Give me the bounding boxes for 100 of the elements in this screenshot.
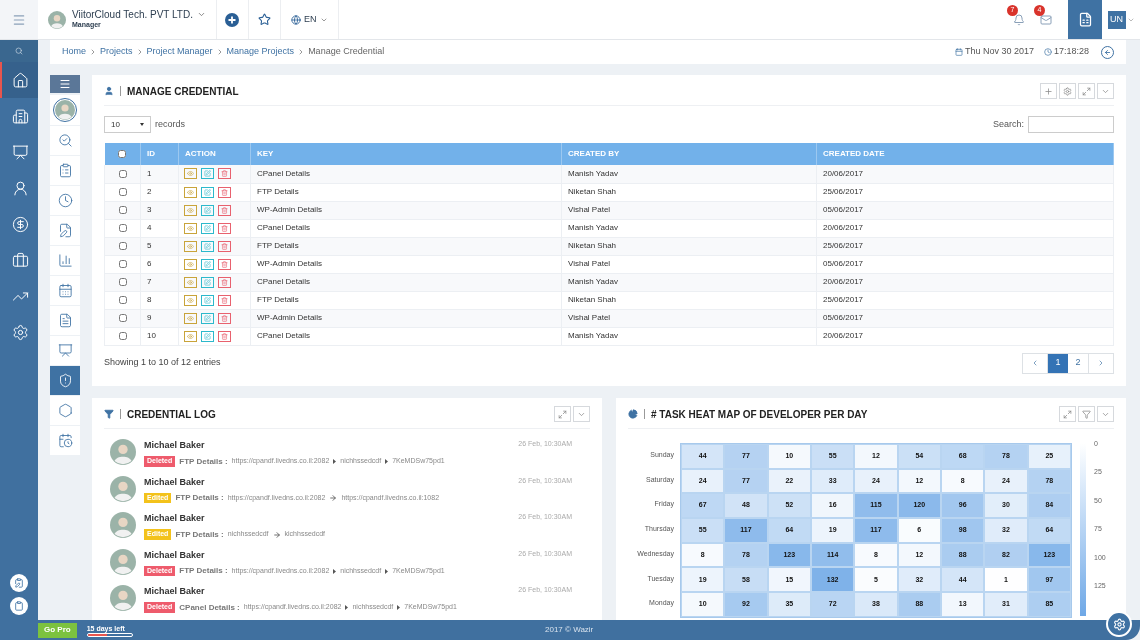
- breadcrumb-link[interactable]: Home: [62, 45, 86, 59]
- search-field[interactable]: [1028, 116, 1114, 133]
- search-icon: [15, 47, 23, 55]
- eye-icon: [187, 188, 194, 196]
- user-icon: [11, 179, 29, 197]
- spreadsheet-button[interactable]: [1068, 0, 1102, 39]
- trash-icon: [221, 278, 228, 286]
- page-size-select[interactable]: 10: [104, 116, 151, 133]
- view-button[interactable]: [184, 276, 197, 288]
- presentation-board-icon: [57, 343, 73, 358]
- subnav-item[interactable]: [50, 126, 80, 155]
- row-checkbox[interactable]: [118, 277, 127, 286]
- edit-button[interactable]: [201, 276, 214, 288]
- profile-avatar: [55, 100, 75, 120]
- view-button[interactable]: [184, 312, 197, 324]
- arrow-icon: [272, 530, 281, 539]
- search-icon: [57, 133, 73, 148]
- view-button[interactable]: [184, 258, 197, 270]
- eye-icon: [187, 314, 194, 322]
- row-checkbox[interactable]: [118, 313, 127, 322]
- eye-icon: [187, 260, 194, 268]
- search-button[interactable]: [0, 40, 38, 62]
- settings-icon: [11, 323, 29, 341]
- edit-button[interactable]: [201, 258, 214, 270]
- edit-button[interactable]: [201, 330, 214, 342]
- delete-button[interactable]: [218, 204, 231, 216]
- delete-button[interactable]: [218, 258, 231, 270]
- delete-button[interactable]: [218, 330, 231, 342]
- edit-button[interactable]: [201, 240, 214, 252]
- caret-icon: [385, 568, 389, 574]
- subnav-item[interactable]: [50, 336, 80, 365]
- company-avatar: [48, 10, 66, 29]
- filter-icon: [1082, 409, 1091, 419]
- edit-button[interactable]: [201, 312, 214, 324]
- expand-button[interactable]: [554, 406, 571, 422]
- edit-button[interactable]: [201, 294, 214, 306]
- edit-button[interactable]: [201, 204, 214, 216]
- breadcrumb-link[interactable]: Project Manager: [146, 45, 213, 59]
- user-initials[interactable]: UN: [1107, 10, 1126, 29]
- subnav-item[interactable]: [50, 426, 80, 455]
- edit-button[interactable]: [201, 222, 214, 234]
- view-button[interactable]: [184, 186, 197, 198]
- subnav-item[interactable]: [50, 306, 80, 335]
- page-button[interactable]: 2: [1068, 353, 1088, 373]
- table-cell: 20/06/2017: [816, 327, 1114, 345]
- expand-icon: [558, 409, 567, 419]
- subnav-item[interactable]: [50, 396, 80, 425]
- expand-button[interactable]: [1078, 83, 1095, 99]
- view-button[interactable]: [184, 294, 197, 306]
- delete-button[interactable]: [218, 240, 231, 252]
- collapse-button[interactable]: [1097, 406, 1114, 422]
- subnav-item[interactable]: [50, 246, 80, 275]
- expand-button[interactable]: [1059, 406, 1076, 422]
- select-all-checkbox[interactable]: [118, 149, 127, 158]
- delete-button[interactable]: [218, 222, 231, 234]
- subnav-item[interactable]: [50, 366, 80, 395]
- row-checkbox[interactable]: [118, 259, 127, 268]
- collapse-button[interactable]: [573, 406, 590, 422]
- rail-item[interactable]: [0, 62, 38, 98]
- delete-button[interactable]: [218, 312, 231, 324]
- row-checkbox[interactable]: [118, 241, 127, 250]
- row-checkbox[interactable]: [118, 331, 127, 340]
- trash-icon: [221, 296, 228, 304]
- filter-button[interactable]: [1078, 406, 1095, 422]
- sidebar-menu-button[interactable]: [50, 75, 80, 93]
- subnav-item[interactable]: [50, 216, 80, 245]
- view-button[interactable]: [184, 204, 197, 216]
- view-button[interactable]: [184, 240, 197, 252]
- language-selector[interactable]: EN: [281, 0, 339, 39]
- row-checkbox[interactable]: [118, 187, 127, 196]
- subnav-item[interactable]: [50, 156, 80, 185]
- view-button[interactable]: [184, 222, 197, 234]
- edit-button[interactable]: [201, 186, 214, 198]
- delete-button[interactable]: [218, 186, 231, 198]
- table-cell: Vishal Patel: [561, 309, 817, 327]
- subnav-item[interactable]: [50, 276, 80, 305]
- view-button[interactable]: [184, 330, 197, 342]
- subnav-item[interactable]: [50, 186, 80, 215]
- breadcrumb-link[interactable]: Manage Projects: [226, 45, 295, 59]
- delete-button[interactable]: [218, 168, 231, 180]
- caret-icon[interactable]: [197, 10, 206, 19]
- row-checkbox[interactable]: [118, 295, 127, 304]
- row-checkbox[interactable]: [118, 223, 127, 232]
- delete-button[interactable]: [218, 294, 231, 306]
- menu-button[interactable]: [0, 0, 38, 39]
- rail-shortcut-button[interactable]: [10, 574, 28, 592]
- eye-icon: [187, 170, 194, 178]
- page-button[interactable]: 1: [1048, 353, 1068, 373]
- company-name[interactable]: ViitorCloud Tech. PVT LTD.: [72, 9, 193, 20]
- shield-icon: [57, 373, 73, 388]
- delete-button[interactable]: [218, 276, 231, 288]
- edit-button[interactable]: [201, 168, 214, 180]
- collapse-button[interactable]: [1097, 83, 1114, 99]
- row-checkbox[interactable]: [118, 169, 127, 178]
- rail-shortcut-button[interactable]: [10, 597, 28, 615]
- breadcrumb-link[interactable]: Projects: [100, 45, 133, 59]
- row-checkbox[interactable]: [118, 205, 127, 214]
- view-button[interactable]: [184, 168, 197, 180]
- expand-icon: [1063, 409, 1072, 419]
- eye-icon: [187, 296, 194, 304]
